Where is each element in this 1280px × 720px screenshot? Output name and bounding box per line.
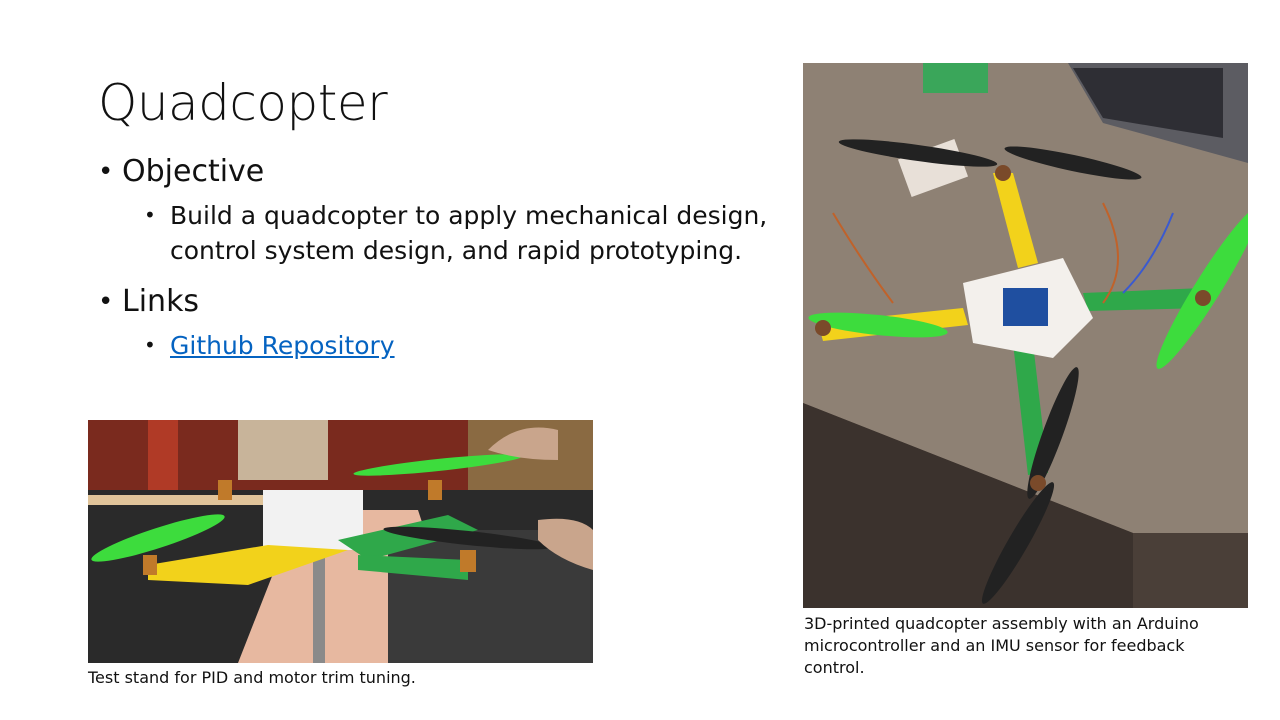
slide: Quadcopter • Objective • Build a quadcop… (0, 0, 1280, 720)
sub-bullet-objective: • Build a quadcopter to apply mechanical… (98, 198, 798, 268)
right-photo-caption: 3D-printed quadcopter assembly with an A… (804, 614, 1199, 677)
left-photo-caption: Test stand for PID and motor trim tuning… (88, 668, 416, 687)
bullet-links-label: Links (122, 284, 200, 319)
sub-bullet-objective-text: Build a quadcopter to apply mechanical d… (170, 201, 768, 265)
test-stand-photo (88, 420, 593, 663)
bullet-icon: • (98, 287, 114, 317)
bullet-list: • Objective • Build a quadcopter to appl… (98, 152, 798, 363)
slide-title: Quadcopter (98, 74, 388, 132)
bullet-icon: • (98, 157, 114, 187)
github-repository-link[interactable]: Github Repository (170, 331, 395, 360)
bullet-objective: • Objective (98, 152, 798, 192)
bullet-links: • Links (98, 282, 798, 322)
bullet-icon: • (144, 203, 156, 227)
bullet-icon: • (144, 333, 156, 357)
bullet-objective-label: Objective (122, 154, 265, 189)
sub-bullet-links: • Github Repository (98, 328, 798, 363)
quadcopter-assembly-photo (803, 63, 1248, 608)
